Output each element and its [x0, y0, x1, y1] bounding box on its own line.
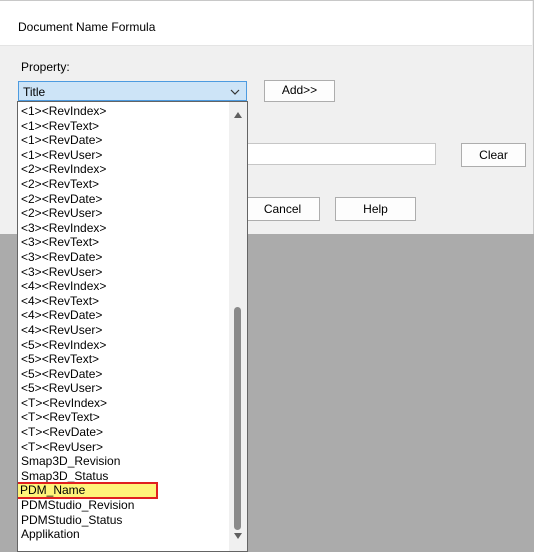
list-item[interactable]: <4><RevText> [18, 294, 229, 309]
list-item[interactable]: Applikation [18, 527, 229, 542]
dropdown-scrollbar[interactable] [229, 102, 247, 551]
list-item[interactable]: <3><RevText> [18, 235, 229, 250]
list-item[interactable]: PDMStudio_Revision [18, 498, 229, 513]
list-item[interactable]: <2><RevDate> [18, 192, 229, 207]
list-item[interactable]: <1><RevText> [18, 119, 229, 134]
list-item[interactable]: <4><RevUser> [18, 323, 229, 338]
scroll-down-arrow-icon[interactable] [233, 532, 243, 540]
list-item[interactable]: PDM_Name [18, 482, 158, 500]
list-item[interactable]: <T><RevDate> [18, 425, 229, 440]
scrollbar-thumb[interactable] [234, 307, 241, 530]
clear-button[interactable]: Clear [461, 143, 526, 167]
property-combobox-value: Title [23, 85, 46, 99]
list-item[interactable]: <3><RevUser> [18, 265, 229, 280]
list-item[interactable]: <T><RevIndex> [18, 396, 229, 411]
list-item[interactable]: PDMStudio_Status [18, 513, 229, 528]
dialog-titlebar[interactable]: Document Name Formula [0, 1, 532, 46]
list-item[interactable]: <1><RevDate> [18, 133, 229, 148]
list-item[interactable]: <2><RevIndex> [18, 162, 229, 177]
list-item[interactable]: <T><RevUser> [18, 440, 229, 455]
list-item[interactable]: <T><RevText> [18, 410, 229, 425]
list-item[interactable]: <5><RevDate> [18, 367, 229, 382]
list-item[interactable]: <2><RevUser> [18, 206, 229, 221]
property-label: Property: [21, 60, 70, 74]
list-item[interactable]: <5><RevText> [18, 352, 229, 367]
list-item[interactable]: <3><RevIndex> [18, 221, 229, 236]
chevron-down-icon[interactable] [229, 86, 241, 98]
property-dropdown-list[interactable]: <1><RevIndex> <1><RevText> <1><RevDate> <1>… [17, 101, 248, 552]
add-button[interactable]: Add>> [264, 80, 335, 102]
list-item[interactable]: <1><RevIndex> [18, 104, 229, 119]
dropdown-items: <1><RevIndex> <1><RevText> <1><RevDate> <1>… [18, 102, 229, 542]
formula-input[interactable] [245, 143, 436, 165]
list-item[interactable]: <5><RevIndex> [18, 338, 229, 353]
list-item[interactable]: <2><RevText> [18, 177, 229, 192]
list-item[interactable]: <5><RevUser> [18, 381, 229, 396]
list-item[interactable]: <4><RevDate> [18, 308, 229, 323]
list-item[interactable]: <4><RevIndex> [18, 279, 229, 294]
list-item[interactable]: <3><RevDate> [18, 250, 229, 265]
dialog-title: Document Name Formula [18, 20, 156, 34]
help-button[interactable]: Help [335, 197, 416, 221]
list-item[interactable]: Smap3D_Revision [18, 454, 229, 469]
scroll-up-arrow-icon[interactable] [233, 111, 243, 119]
cancel-button[interactable]: Cancel [245, 197, 320, 221]
list-item[interactable]: Smap3D_Status [18, 469, 229, 484]
list-item[interactable]: <1><RevUser> [18, 148, 229, 163]
property-combobox[interactable]: Title [18, 81, 247, 101]
